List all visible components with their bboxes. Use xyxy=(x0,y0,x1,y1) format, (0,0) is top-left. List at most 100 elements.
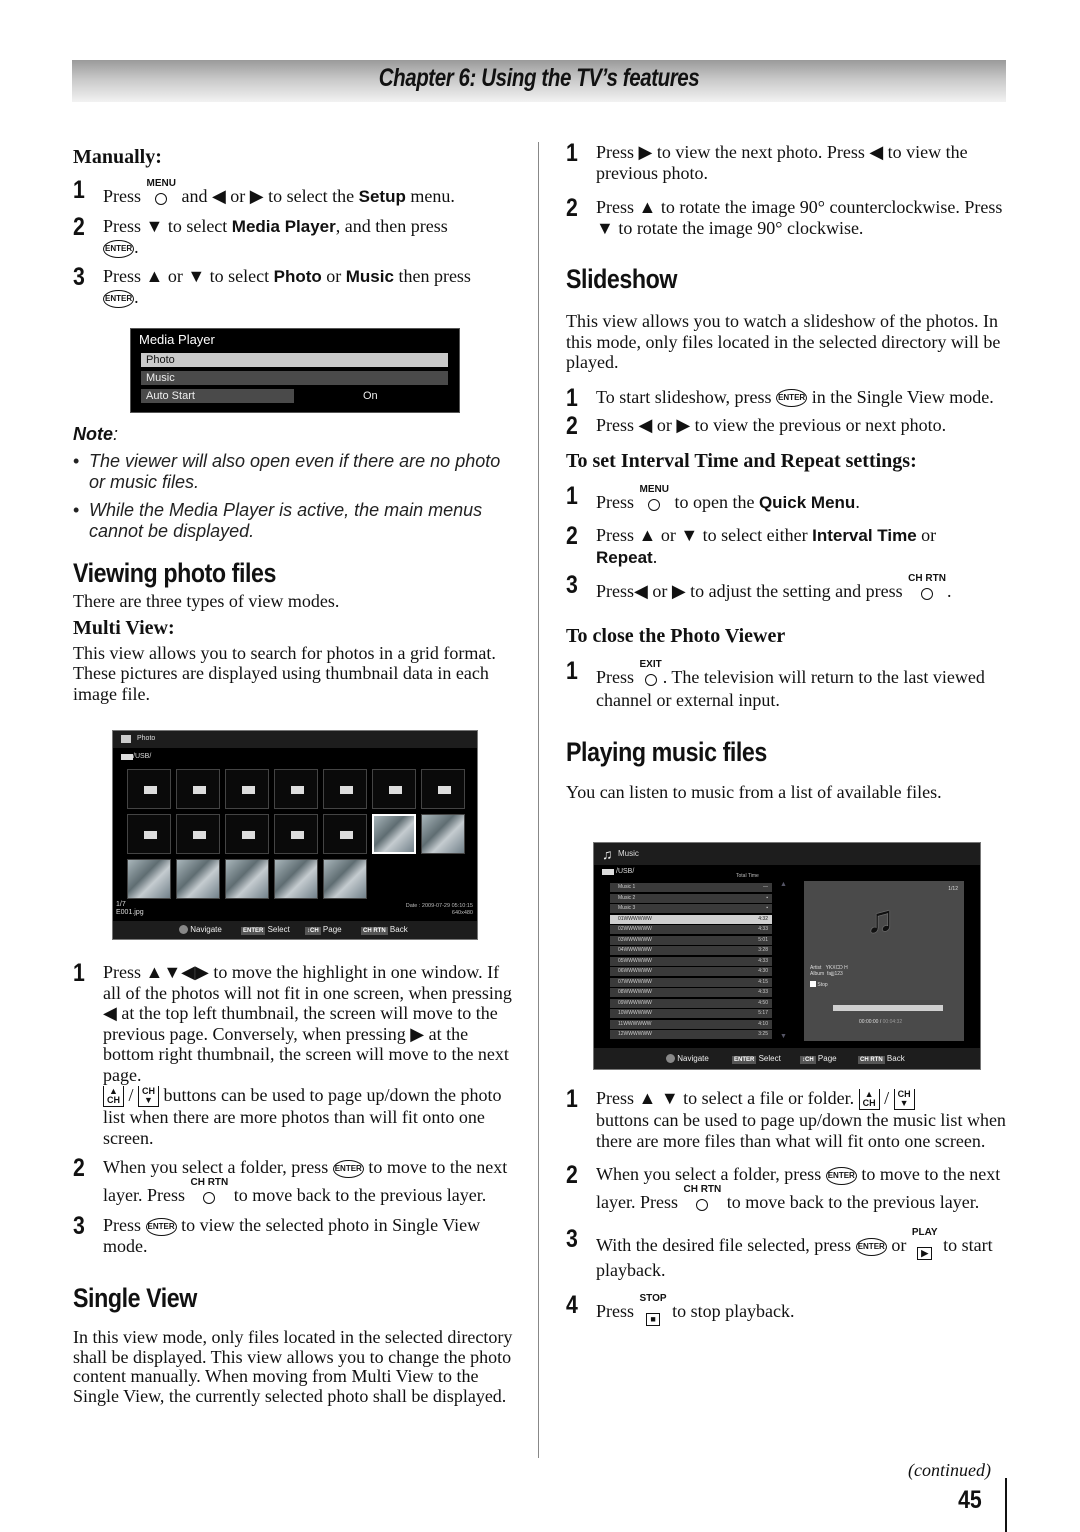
channel-down-icon: CH ▼ xyxy=(138,1086,160,1107)
page-number: 45 xyxy=(958,1486,982,1514)
folder-icon xyxy=(438,786,451,794)
photo-footer: Navigate ENTER Select ↕CH Page CH RTN Ba… xyxy=(113,921,477,939)
folder-icon xyxy=(340,831,353,839)
photo-thumbnail[interactable] xyxy=(127,859,171,899)
music-title-bar: ♫ Music xyxy=(594,843,980,865)
stop-button-icon: STOP ■ xyxy=(639,1292,667,1326)
music-step-3: 3 With the desired file selected, press E… xyxy=(566,1225,993,1281)
footer-back: CH RTN Back xyxy=(361,925,408,935)
track-name: 07WWWWWW xyxy=(618,978,652,985)
track-name: 05WWWWWW xyxy=(618,957,652,964)
exit-button-icon: EXIT xyxy=(640,659,662,691)
folder-thumbnail[interactable] xyxy=(127,814,171,854)
single-step-2: 2 Press ▲ to rotate the image 90° counter… xyxy=(566,194,1003,238)
track-name: 12WWWWWW xyxy=(618,1031,652,1037)
playback-progress-bar[interactable] xyxy=(833,1005,943,1011)
music-list-item[interactable]: 09WWWWWW 4:50 xyxy=(610,998,772,1008)
interval-step-2: 2 Press ▲ or ▼ to select either Interval … xyxy=(566,522,937,567)
track-time: ▪ xyxy=(766,894,768,901)
track-time: 5:01 xyxy=(758,936,768,943)
folder-thumbnail[interactable] xyxy=(323,814,367,854)
track-time: 4:15 xyxy=(758,978,768,985)
folder-thumbnail[interactable] xyxy=(274,769,318,809)
channel-up-icon: ▲ CH xyxy=(858,1089,880,1110)
scroll-down-icon[interactable]: ▼ xyxy=(780,1033,787,1040)
track-name: Music 1 xyxy=(618,884,636,890)
folder-thumbnail[interactable] xyxy=(274,814,318,854)
music-steps: 1 Press ▲ ▼ to select a file or folder. ▲… xyxy=(566,1087,1011,1326)
folder-thumbnail[interactable] xyxy=(421,769,465,809)
track-time: 4:33 xyxy=(758,989,768,995)
interval-step-1: 1 Press MENU to open the Quick Menu. xyxy=(566,483,1011,516)
menu-item-music[interactable]: Music xyxy=(141,371,448,385)
step-number: 1 xyxy=(73,176,85,204)
folder-thumbnail[interactable] xyxy=(225,769,269,809)
music-list-item[interactable]: 11WWWWWW 4:10 xyxy=(610,1019,772,1029)
album-value: fajjj123 xyxy=(826,971,843,977)
close-step-1: 1 Press EXIT. The television will return … xyxy=(566,656,985,711)
folder-icon xyxy=(291,831,304,839)
folder-thumbnail[interactable] xyxy=(225,814,269,854)
menu-button-icon: MENU xyxy=(640,484,669,516)
slideshow-step-2: 2 Press ◀ or ▶ to view the previous or ne… xyxy=(566,412,947,441)
music-list-item[interactable]: 05WWWWWW 4:33 xyxy=(610,956,772,966)
ch-rtn-button-icon: CH RTN xyxy=(683,1184,721,1216)
music-list-item[interactable]: 01WWWWWW 4:32 xyxy=(610,914,772,924)
manual-step-2: 2 Press ▼ to select Media Player, and th… xyxy=(73,212,448,258)
now-playing-panel: 1/12 ♫ Artist YKXCD H Album fajjj123 Sto… xyxy=(804,881,964,1041)
folder-thumbnail[interactable] xyxy=(323,769,367,809)
folder-icon xyxy=(144,831,157,839)
scroll-up-icon[interactable]: ▲ xyxy=(780,881,787,888)
channel-down-icon: CH ▼ xyxy=(893,1089,915,1110)
enter-button-icon: ENTER xyxy=(103,290,135,309)
folder-icon xyxy=(602,869,614,875)
photo-thumbnail[interactable] xyxy=(421,814,465,854)
photo-multiview-screen: Photo /USB/ 1/7 E001.jpg Date : 2009-07-… xyxy=(112,730,478,940)
music-path: /USB/ xyxy=(616,868,635,875)
music-note-icon: ♫ xyxy=(602,846,613,862)
multi-step-2: 2 When you select a folder, press ENTER … xyxy=(73,1156,518,1208)
track-time: 3:28 xyxy=(758,947,768,953)
folder-thumbnail[interactable] xyxy=(372,769,416,809)
column-divider xyxy=(538,142,539,1458)
media-player-menu: Media Player Photo Music Auto Start On xyxy=(130,328,460,413)
interval-heading: To set Interval Time and Repeat settings… xyxy=(566,449,917,472)
music-list-item[interactable]: 07WWWWWW 4:15 xyxy=(610,977,772,987)
track-name: Music 3 xyxy=(618,905,636,911)
music-list-item[interactable]: 08WWWWWW 4:33 xyxy=(610,988,772,997)
right-column: 1 Press ▶ to view the next photo. Press ◀… xyxy=(566,141,1011,802)
viewing-photo-heading: Viewing photo files xyxy=(73,558,276,588)
music-list-item[interactable]: 10WWWWWW 5:17 xyxy=(610,1009,772,1018)
music-list-item[interactable]: Music 2 ▪ xyxy=(610,893,772,903)
menu-item-auto-start[interactable]: Auto Start On xyxy=(141,389,448,403)
continued-label: (continued) xyxy=(908,1460,991,1480)
stop-state-icon xyxy=(810,981,816,987)
track-time: 4:33 xyxy=(758,926,768,932)
music-list-item[interactable]: Music 3 ▪ xyxy=(610,904,772,913)
photo-thumbnail[interactable] xyxy=(176,859,220,899)
track-name: 10WWWWWW xyxy=(618,1010,652,1016)
music-list-item[interactable]: 04WWWWWW 3:28 xyxy=(610,946,772,955)
photo-thumbnail[interactable] xyxy=(323,859,367,899)
menu-item-photo[interactable]: Photo xyxy=(141,353,448,367)
photo-counter: 1/7 xyxy=(116,901,126,908)
manual-step-1: 1 Press MENU and ◀ or ▶ to select the Se… xyxy=(73,176,518,210)
note-title: Note xyxy=(73,424,113,444)
music-footer: Navigate ENTER Select ↕CH Page CH RTN Ba… xyxy=(594,1048,980,1069)
music-list-item[interactable]: 02WWWWWW 4:33 xyxy=(610,925,772,934)
photo-thumbnail[interactable] xyxy=(274,859,318,899)
music-list-item[interactable]: 06WWWWWW 4:30 xyxy=(610,967,772,976)
music-list-item[interactable]: 12WWWWWW 3:25 xyxy=(610,1030,772,1039)
folder-thumbnail[interactable] xyxy=(176,814,220,854)
photo-thumbnail[interactable] xyxy=(225,859,269,899)
music-step-4: 4 Press STOP ■ to stop playback. xyxy=(566,1290,795,1326)
folder-thumbnail[interactable] xyxy=(176,769,220,809)
menu-title: Media Player xyxy=(139,332,215,347)
folder-icon xyxy=(242,786,255,794)
music-list-item[interactable]: 03WWWWWW 5:01 xyxy=(610,935,772,945)
music-note-large-icon: ♫ xyxy=(866,899,895,941)
music-list-item[interactable]: Music 1 — xyxy=(610,883,772,892)
folder-thumbnail[interactable] xyxy=(127,769,171,809)
enter-button-icon: ENTER xyxy=(825,1166,857,1185)
photo-thumbnail[interactable] xyxy=(372,814,416,854)
